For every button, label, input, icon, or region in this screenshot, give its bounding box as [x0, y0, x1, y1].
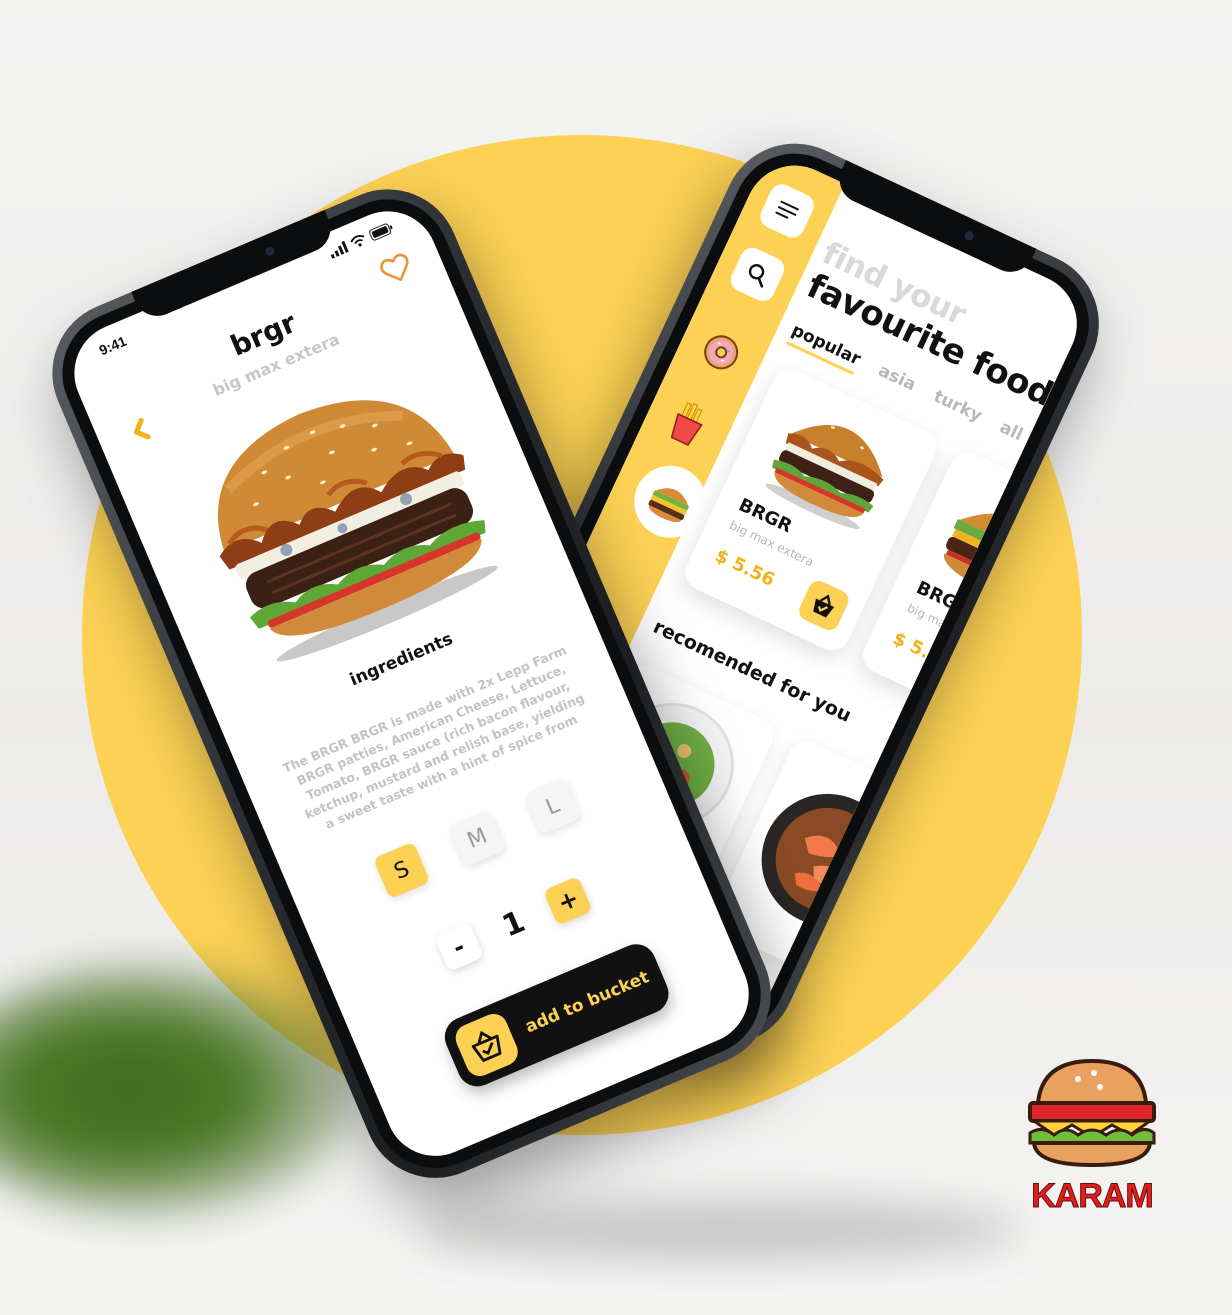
battery-icon: [369, 223, 393, 241]
fries-icon: [670, 402, 703, 446]
card-price: $ 5.56: [711, 545, 778, 591]
menu-button[interactable]: [756, 180, 818, 242]
increase-button[interactable]: +: [543, 875, 594, 926]
wifi-icon: [350, 235, 365, 247]
decrease-button[interactable]: -: [433, 922, 484, 973]
add-to-bucket-label: add to bucket: [522, 967, 653, 1038]
size-large-button[interactable]: L: [523, 777, 582, 836]
add-to-cart-button[interactable]: [795, 577, 852, 634]
signal-icon: [330, 240, 349, 259]
brand-logo: KARAM: [1022, 1055, 1162, 1225]
category-fries[interactable]: [655, 390, 721, 456]
status-time: 9:41: [96, 332, 129, 359]
donut-icon: [704, 335, 739, 370]
phone-shadow: [420, 1200, 1020, 1260]
tab-all[interactable]: all: [997, 417, 1026, 445]
size-small-button[interactable]: S: [372, 841, 431, 900]
basket-check-icon: [451, 1009, 523, 1081]
tab-popular[interactable]: popular: [788, 320, 863, 369]
size-medium-button[interactable]: M: [448, 809, 507, 868]
search-icon: [748, 264, 765, 288]
category-donut[interactable]: [688, 319, 754, 385]
search-button[interactable]: [726, 243, 789, 305]
burger-icon: [648, 488, 690, 523]
tab-asia[interactable]: asia: [875, 361, 919, 396]
quantity-value: 1: [497, 903, 530, 945]
hamburger-menu-icon: [773, 197, 800, 225]
basket-icon: [813, 594, 835, 618]
tab-turky[interactable]: turky: [930, 387, 985, 427]
brand-name: KARAM: [1031, 1177, 1155, 1216]
burger-logo-icon: [1028, 1058, 1156, 1168]
